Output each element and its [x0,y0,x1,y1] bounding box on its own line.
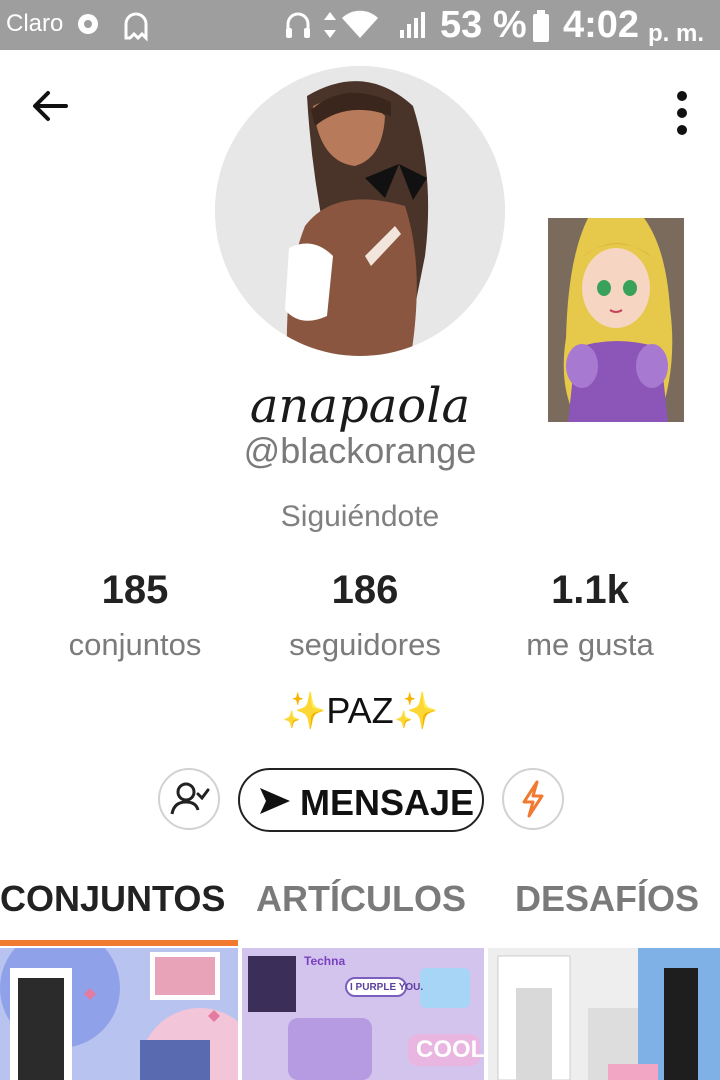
stat-label: me gusta [526,627,654,662]
thumbnail-title: Techna [304,954,346,968]
stat-label: seguidores [289,627,441,662]
username-handle: @blackorange [243,430,477,471]
tab-desafios[interactable]: DESAFÍOS [515,878,699,920]
stat-me-gusta[interactable]: 1.1k me gusta [480,568,700,663]
display-name: anapaola [249,378,471,434]
sync-icon [78,14,98,34]
clock: 4:02 [563,4,640,46]
sparkles-emoji: ✨ [393,690,439,731]
stat-conjuntos[interactable]: 185 conjuntos [25,568,245,663]
ghost-icon [124,12,148,42]
outfit-thumbnail[interactable] [0,948,238,1080]
stat-value: 1.1k [551,568,629,612]
bio-text: PAZ [326,690,394,731]
battery-percent: 53 % [440,4,527,46]
outfit-thumbnail[interactable]: Techna I PURPLE YOU. COOL [242,948,484,1080]
sparkles-emoji: ✨ [281,690,327,731]
boost-button[interactable] [502,768,564,830]
user-check-icon [170,782,210,815]
stat-value: 186 [331,568,399,612]
stat-label: conjuntos [68,627,202,662]
active-tab-indicator [0,940,238,946]
outfit-thumbnail-art [488,948,720,1080]
stat-seguidores[interactable]: 186 seguidores [255,568,475,663]
send-icon [260,788,290,814]
outfit-thumbnail-art [0,948,238,1080]
profile-avatar[interactable] [215,66,505,356]
battery-icon [533,10,549,42]
outfit-thumbnail[interactable] [488,948,720,1080]
signal-icon [400,12,425,38]
data-arrows-icon [324,12,336,38]
message-button[interactable]: MENSAJE [238,768,484,832]
tab-conjuntos[interactable]: CONJUNTOS [0,878,225,920]
avatar-illustration [215,66,505,356]
thumbnail-word: COOL [416,1036,484,1063]
tab-articulos[interactable]: ARTÍCULOS [256,878,466,920]
headphones-icon [286,12,310,38]
back-arrow-icon[interactable] [28,84,72,128]
message-button-label: MENSAJE [300,782,475,823]
carrier-name: Claro [6,10,64,37]
profile-bio: ✨PAZ✨ [0,690,720,732]
status-bar: Claro 53 % 4:02 p. m. [0,0,720,50]
clock-ampm: p. m. [648,20,705,47]
lightning-icon [522,780,544,818]
thumbnail-tag: I PURPLE YOU. [350,982,424,993]
stat-value: 185 [101,568,169,612]
following-status-button[interactable] [158,768,220,830]
more-options-icon[interactable] [664,88,700,138]
follows-you-label: Siguiéndote [280,500,440,533]
wifi-icon [342,10,378,39]
